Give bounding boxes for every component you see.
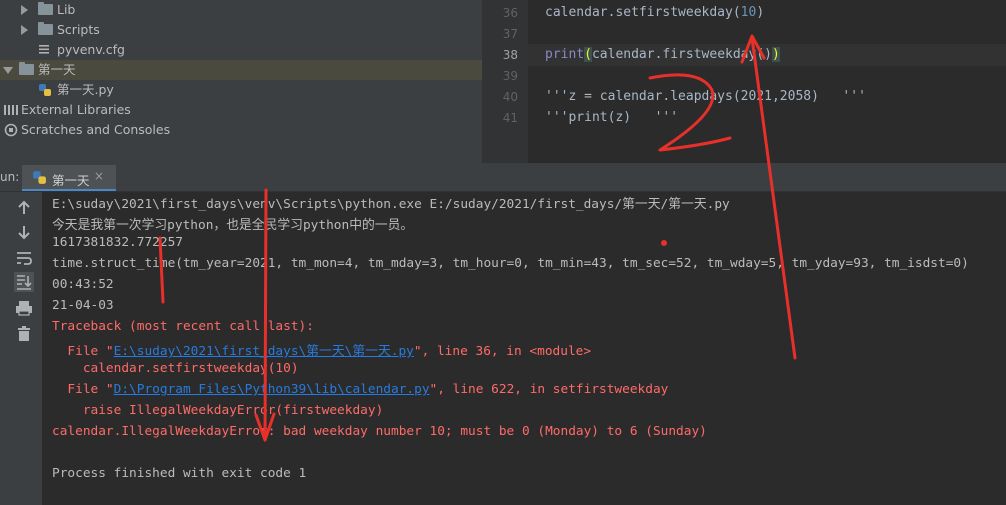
console-command: E:\suday\2021\first_days\venv\Scripts\py… [52, 197, 730, 212]
python-icon [33, 171, 46, 184]
run-tab-label: 第一天 [52, 173, 90, 188]
traceback-code: calendar.setfirstweekday(10) [52, 361, 299, 376]
tree-item-pyvenv[interactable]: pyvenv.cfg [0, 40, 482, 60]
traceback-header: Traceback (most recent call last): [52, 319, 314, 334]
code-line-40[interactable]: '''z = calendar.leapdays(2021,2058) ''' [545, 89, 866, 104]
config-file-icon [39, 45, 49, 54]
line-number-gutter: 36 37 38 39 40 41 [482, 0, 528, 163]
soft-wrap-icon[interactable] [14, 248, 34, 268]
print-icon[interactable] [14, 298, 34, 318]
line-number: 39 [502, 69, 518, 83]
folder-icon [19, 62, 34, 75]
tree-item-day1-folder[interactable]: 第一天 [0, 60, 482, 80]
traceback-code: raise IllegalWeekdayError(firstweekday) [52, 403, 384, 418]
traceback-file-link[interactable]: D:\Program Files\Python39\lib\calendar.p… [114, 382, 430, 397]
run-label: un: [0, 170, 20, 184]
expand-arrow-icon[interactable] [21, 5, 28, 15]
tree-item-lib[interactable]: Lib [0, 0, 482, 20]
libraries-icon [4, 105, 18, 115]
console-output: 00:43:52 [52, 277, 114, 292]
project-tree: Lib Scripts pyvenv.cfg 第一天 第一天.py Extern… [0, 0, 482, 163]
code-line-36[interactable]: calendar.setfirstweekday(10) [545, 5, 764, 20]
run-console[interactable]: E:\suday\2021\first_days\venv\Scripts\py… [42, 192, 1006, 505]
folder-icon [38, 2, 53, 15]
close-icon[interactable]: × [94, 169, 104, 183]
scratches-icon [4, 123, 18, 137]
console-output: 21-04-03 [52, 298, 114, 313]
line-number: 36 [502, 6, 518, 20]
code-line-38[interactable]: print(calendar.firstweekday()) [545, 47, 780, 62]
folder-icon [38, 22, 53, 35]
line-number: 40 [502, 90, 518, 104]
console-output: 今天是我第一次学习python，也是全民学习python中的一员。 [52, 218, 414, 233]
console-output: 1617381832.772257 [52, 235, 183, 250]
tree-item-day1-py[interactable]: 第一天.py [0, 80, 482, 100]
console-output: time.struct_time(tm_year=2021, tm_mon=4,… [52, 256, 969, 271]
run-tab-day1[interactable]: 第一天 × [22, 165, 116, 191]
tree-item-scratches[interactable]: Scratches and Consoles [0, 120, 482, 140]
arrow-up-icon[interactable] [14, 198, 34, 218]
python-file-icon [39, 84, 51, 96]
collapse-arrow-icon[interactable] [3, 67, 13, 74]
code-line-41[interactable]: '''print(z) ''' [545, 110, 678, 125]
line-number: 38 [502, 48, 518, 62]
tree-item-scripts[interactable]: Scripts [0, 20, 482, 40]
traceback-frame: File "E:\suday\2021\first_days\第一天\第一天.p… [52, 344, 592, 359]
arrow-down-icon[interactable] [14, 222, 34, 242]
expand-arrow-icon[interactable] [21, 25, 28, 35]
trash-icon[interactable] [14, 324, 34, 344]
process-finished: Process finished with exit code 1 [52, 466, 307, 481]
error-message: calendar.IllegalWeekdayError: bad weekda… [52, 424, 707, 439]
run-tool-window-header: un: 第一天 × [0, 165, 1006, 192]
run-toolbar [0, 192, 42, 505]
code-editor[interactable]: 36 37 38 39 40 41 calendar.setfirstweekd… [482, 0, 1006, 163]
scroll-to-end-icon[interactable] [14, 272, 34, 292]
traceback-file-link[interactable]: E:\suday\2021\first_days\第一天\第一天.py [114, 344, 414, 359]
line-number: 37 [502, 27, 518, 41]
line-number: 41 [502, 111, 518, 125]
tree-item-external-libraries[interactable]: External Libraries [0, 100, 482, 120]
traceback-frame: File "D:\Program Files\Python39\lib\cale… [52, 382, 669, 397]
